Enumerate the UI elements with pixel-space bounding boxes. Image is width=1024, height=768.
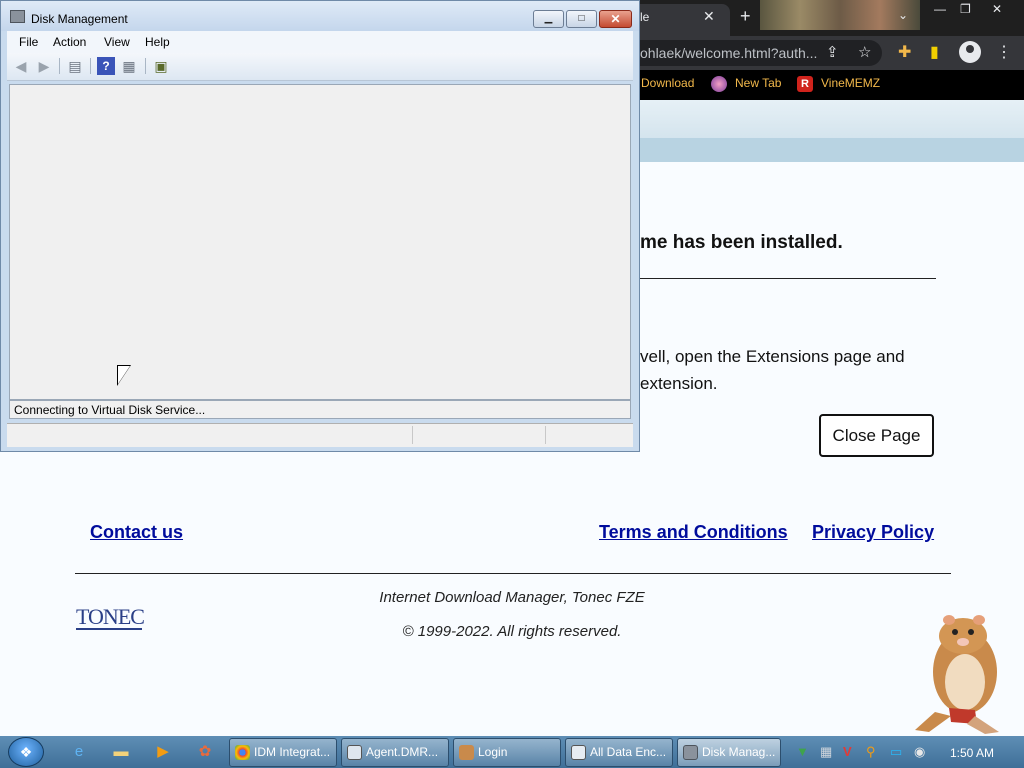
minimize-icon[interactable]: — — [934, 2, 946, 16]
company-name: Internet Download Manager, Tonec FZE — [379, 589, 645, 606]
help-icon[interactable]: ? — [97, 57, 115, 75]
task-label: All Data Enc... — [590, 745, 667, 759]
toolbar-separator — [90, 58, 91, 74]
monitor-tray-icon[interactable]: ▭ — [890, 744, 902, 760]
menu-help[interactable]: Help — [145, 35, 170, 49]
close-icon[interactable]: ✕ — [992, 2, 1002, 16]
volume-tray-icon[interactable]: ◉ — [914, 744, 925, 760]
bookmark-download[interactable]: Download — [641, 76, 694, 90]
task-label: IDM Integrat... — [254, 745, 331, 759]
show-hide-console-tree-icon[interactable]: ▤ — [66, 57, 84, 75]
window-title: Disk Management — [31, 12, 128, 26]
status-bar — [7, 423, 633, 447]
task-login[interactable]: Login — [453, 738, 561, 767]
instructions-line-2: extension. — [640, 374, 718, 393]
restore-icon[interactable]: ❐ — [960, 2, 971, 16]
maximize-button[interactable]: □ — [566, 10, 597, 28]
address-bar-url[interactable]: ohlaek/welcome.html?auth... — [640, 45, 817, 61]
task-label: Disk Manag... — [702, 745, 776, 759]
antivirus-tray-icon[interactable]: V — [843, 744, 852, 759]
search-tray-icon[interactable]: ⚲ — [866, 744, 876, 760]
forward-arrow-icon[interactable]: ▶ — [35, 57, 53, 75]
idm-tray-icon[interactable]: ▼ — [796, 744, 809, 759]
window-icon — [571, 745, 586, 760]
menu-file[interactable]: File — [19, 35, 38, 49]
close-page-button[interactable]: Close Page — [819, 414, 934, 457]
instructions-text: vell, open the Extensions page and exten… — [640, 343, 905, 397]
copyright-text: © 1999-2022. All rights reserved. — [402, 623, 622, 640]
file-explorer-icon[interactable]: ▬ — [110, 742, 132, 762]
taskbar-clock[interactable]: 1:50 AM — [950, 746, 994, 760]
disk-management-icon — [10, 10, 25, 23]
bookmark-new-tab[interactable]: New Tab — [735, 76, 781, 90]
browser-tab-title: le — [640, 10, 650, 24]
bookmark-vinememz[interactable]: VineMEMZ — [821, 76, 880, 90]
network-tray-icon[interactable]: ▦ — [820, 744, 832, 760]
disk-management-icon — [683, 745, 698, 760]
minimize-button[interactable]: ▁ — [533, 10, 564, 28]
task-idm-integration[interactable]: IDM Integrat... — [229, 738, 337, 767]
disk-management-content-pane[interactable] — [9, 84, 631, 400]
page-header-strip — [620, 138, 1024, 162]
instructions-line-1: vell, open the Extensions page and — [640, 347, 905, 366]
start-button[interactable]: ❖ — [8, 737, 44, 767]
toolbar-separator — [145, 58, 146, 74]
installed-heading: me has been installed. — [640, 232, 843, 253]
window-icon — [347, 745, 362, 760]
chrome-icon — [235, 745, 250, 760]
vinememz-icon: R — [797, 76, 813, 92]
toolbar-separator — [59, 58, 60, 74]
task-label: Login — [478, 745, 508, 759]
more-menu-icon[interactable]: ⋮ — [996, 42, 1012, 62]
tab-strip-background-image — [760, 0, 920, 30]
extensions-puzzle-icon[interactable]: ✚ — [898, 42, 911, 62]
mouse-pointer-icon — [118, 366, 130, 384]
status-message: Connecting to Virtual Disk Service... — [14, 403, 206, 417]
chevron-down-icon[interactable]: ⌄ — [898, 8, 908, 22]
task-disk-management[interactable]: Disk Manag... — [677, 738, 781, 767]
contact-us-link[interactable]: Contact us — [90, 522, 183, 543]
divider — [640, 278, 936, 279]
task-agent-dmr[interactable]: Agent.DMR... — [341, 738, 449, 767]
terms-link[interactable]: Terms and Conditions — [599, 522, 788, 543]
pinned-app-icon[interactable]: ✿ — [194, 742, 216, 762]
internet-explorer-icon[interactable]: e — [68, 742, 90, 762]
privacy-policy-link[interactable]: Privacy Policy — [812, 522, 934, 543]
menu-bar — [7, 31, 633, 53]
menu-view[interactable]: View — [104, 35, 130, 49]
star-icon[interactable]: ☆ — [858, 43, 871, 61]
close-tab-icon[interactable]: ✕ — [703, 8, 715, 25]
login-app-icon — [459, 745, 474, 760]
task-label: Agent.DMR... — [366, 745, 439, 759]
menu-action[interactable]: Action — [53, 35, 86, 49]
new-tab-icon[interactable]: + — [740, 6, 751, 27]
close-button[interactable]: ✕ — [599, 10, 632, 28]
new-tab-bookmark-icon — [711, 76, 727, 92]
disk-management-window: Disk Management ▁ □ ✕ File Action View H… — [0, 0, 640, 452]
media-player-icon[interactable]: ▶ — [152, 742, 174, 762]
properties-icon[interactable]: ▦ — [120, 57, 138, 75]
status-bar-separator — [545, 426, 546, 444]
profile-avatar-icon[interactable] — [959, 41, 981, 63]
back-arrow-icon[interactable]: ◀ — [12, 57, 30, 75]
hamster-mascot-image — [915, 615, 999, 734]
side-panel-icon[interactable]: ▮ — [930, 42, 939, 62]
task-all-data-encrypted[interactable]: All Data Enc... — [565, 738, 673, 767]
share-icon[interactable]: ⇪ — [826, 43, 839, 61]
disk-settings-icon[interactable]: ▣ — [152, 57, 170, 75]
footer-divider — [75, 573, 951, 574]
status-bar-separator — [412, 426, 413, 444]
